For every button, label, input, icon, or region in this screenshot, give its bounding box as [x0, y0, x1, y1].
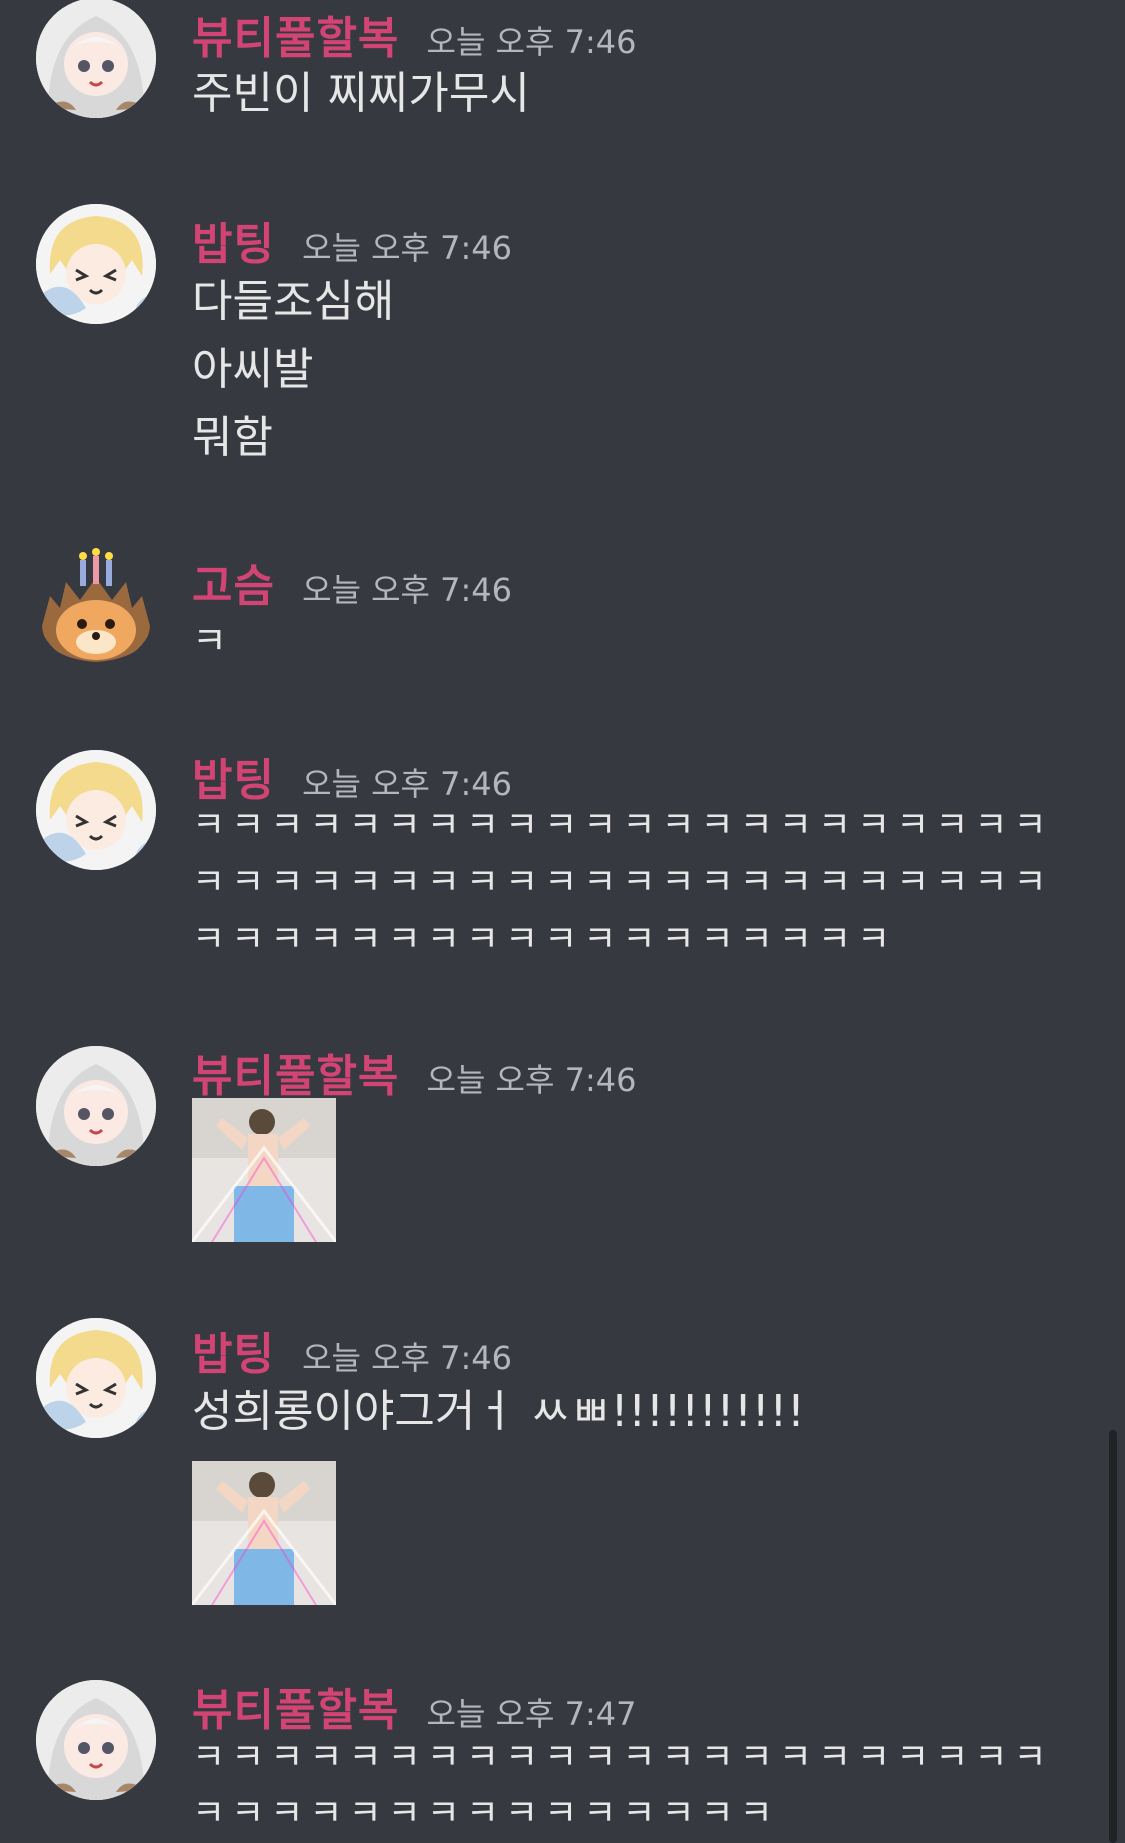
- timestamp: 오늘 오후 7:46: [302, 765, 513, 803]
- timestamp: 오늘 오후 7:46: [426, 1061, 637, 1099]
- timestamp: 오늘 오후 7:46: [302, 229, 513, 267]
- message-text: 성희롱이야그거ㅓ ㅆㅃ!!!!!!!!!!!: [192, 1386, 805, 1437]
- message-text: 뭐함: [192, 412, 273, 463]
- message-header: 밥팅 오늘 오후 7:46: [192, 1318, 512, 1382]
- username[interactable]: 뷰티풀할복: [192, 1051, 399, 1102]
- hooded-girl-avatar-icon[interactable]: [36, 1680, 156, 1800]
- message-text: ㅋㅋㅋㅋㅋㅋㅋㅋㅋㅋㅋㅋㅋㅋㅋㅋㅋㅋㅋㅋㅋㅋ: [192, 862, 1053, 903]
- message-header: 뷰티풀할복 오늘 오후 7:47: [192, 1674, 636, 1738]
- username[interactable]: 뷰티풀할복: [192, 1685, 399, 1736]
- message-header: 뷰티풀할복 오늘 오후 7:46: [192, 1040, 636, 1104]
- hedgehog-cake-avatar-icon[interactable]: [36, 546, 156, 666]
- message-text: ㅋㅋㅋㅋㅋㅋㅋㅋㅋㅋㅋㅋㅋㅋㅋㅋㅋㅋㅋㅋㅋㅋ: [192, 1737, 1053, 1778]
- message-text: ㅋ: [192, 619, 227, 663]
- message-text: 주빈이 찌찌가무시: [192, 68, 530, 119]
- message-text: ㅋㅋㅋㅋㅋㅋㅋㅋㅋㅋㅋㅋㅋㅋㅋㅋㅋㅋ: [192, 919, 897, 960]
- hooded-girl-avatar-icon[interactable]: [36, 0, 156, 118]
- hooded-girl-avatar-icon[interactable]: [36, 1046, 156, 1166]
- message-text: ㅋㅋㅋㅋㅋㅋㅋㅋㅋㅋㅋㅋㅋㅋㅋㅋㅋㅋㅋㅋㅋㅋ: [192, 805, 1053, 846]
- message-text: 다들조심해: [192, 276, 395, 327]
- message-header: 밥팅 오늘 오후 7:46: [192, 208, 512, 272]
- message-header: 고슴 오늘 오후 7:46: [192, 550, 512, 614]
- blonde-boy-avatar-icon[interactable]: [36, 750, 156, 870]
- blonde-boy-avatar-icon[interactable]: [36, 204, 156, 324]
- image-attachment[interactable]: [192, 1098, 336, 1242]
- message-header: 뷰티풀할복 오늘 오후 7:46: [192, 2, 636, 66]
- username[interactable]: 고슴: [192, 561, 275, 612]
- timestamp: 오늘 오후 7:46: [302, 1339, 513, 1377]
- message-text: 아씨발: [192, 344, 314, 395]
- timestamp: 오늘 오후 7:46: [426, 23, 637, 61]
- username[interactable]: 밥팅: [192, 219, 275, 270]
- timestamp: 오늘 오후 7:46: [302, 571, 513, 609]
- scrollbar[interactable]: [1109, 1430, 1117, 1843]
- image-attachment[interactable]: [192, 1461, 336, 1605]
- username[interactable]: 밥팅: [192, 755, 275, 806]
- message-text: ㅋㅋㅋㅋㅋㅋㅋㅋㅋㅋㅋㅋㅋㅋㅋ: [192, 1793, 779, 1834]
- timestamp: 오늘 오후 7:47: [426, 1695, 637, 1733]
- username[interactable]: 뷰티풀할복: [192, 13, 399, 64]
- username[interactable]: 밥팅: [192, 1329, 275, 1380]
- blonde-boy-avatar-icon[interactable]: [36, 1318, 156, 1438]
- message-header: 밥팅 오늘 오후 7:46: [192, 744, 512, 808]
